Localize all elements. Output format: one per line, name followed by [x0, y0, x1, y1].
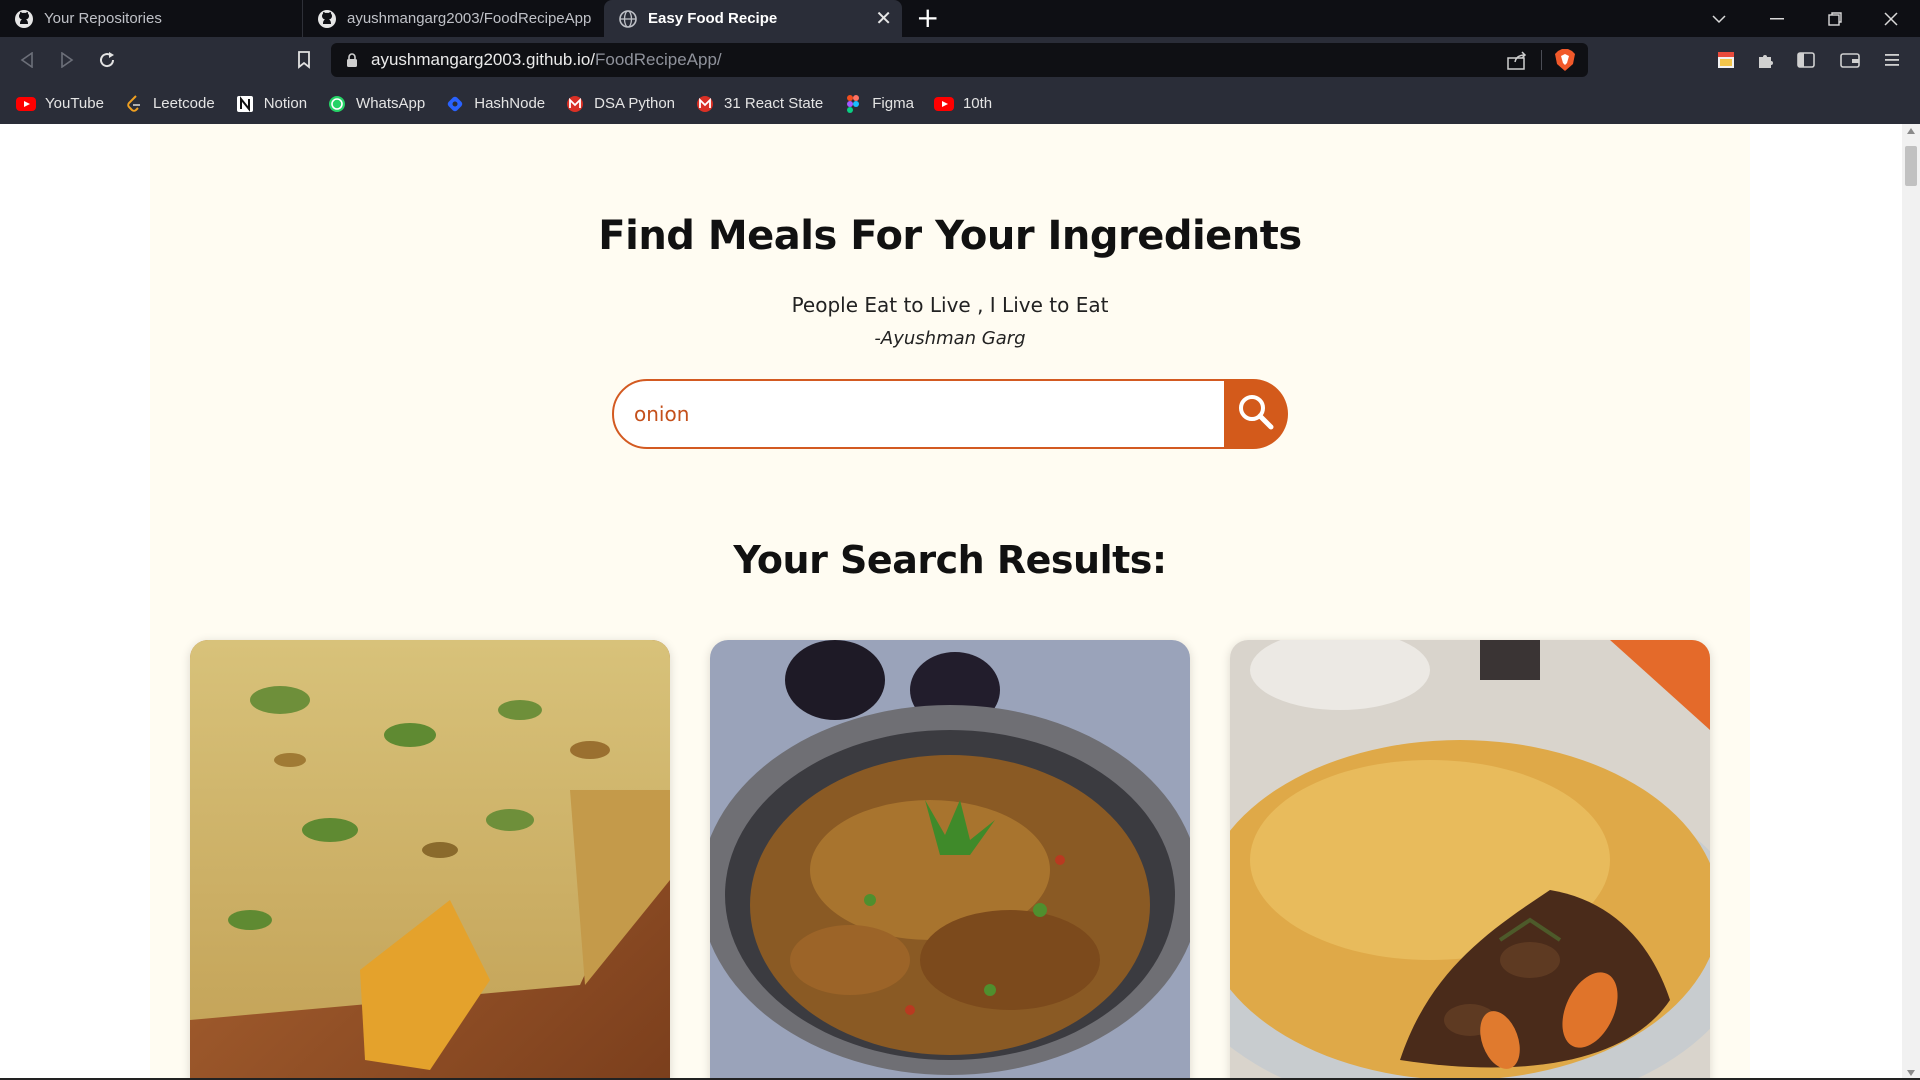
forward-icon[interactable]	[52, 45, 82, 75]
bookmark-label: HashNode	[474, 95, 546, 112]
github-icon	[317, 9, 337, 29]
page-viewport: Find Meals For Your Ingredients People E…	[0, 124, 1920, 1080]
meal-card[interactable]	[190, 640, 670, 1080]
url-text: ayushmangarg2003.github.io/FoodRecipeApp…	[371, 50, 722, 70]
page-title: Find Meals For Your Ingredients	[598, 213, 1302, 259]
bookmark-dsa-python[interactable]: DSA Python	[565, 94, 675, 114]
youtube-icon	[933, 94, 954, 114]
bookmark-label: YouTube	[45, 95, 104, 112]
share-icon[interactable]	[1506, 50, 1528, 70]
bookmark-label: Leetcode	[152, 95, 215, 112]
bookmark-figma[interactable]: Figma	[843, 94, 914, 114]
youtube-icon	[16, 94, 36, 114]
lock-icon	[345, 52, 359, 68]
bookmark-youtube[interactable]: YouTube	[16, 94, 104, 114]
search-icon	[1237, 393, 1275, 435]
url-host: ayushmangarg2003.github.io/	[371, 50, 595, 69]
minimize-icon[interactable]	[1748, 0, 1806, 37]
bookmarks-bar: YouTube Leetcode Notion WhatsApp HashNod…	[0, 83, 1920, 124]
bookmark-10th[interactable]: 10th	[933, 94, 993, 114]
new-tab-button[interactable]: +	[916, 3, 939, 33]
notion-icon	[235, 94, 255, 114]
restore-icon[interactable]	[1806, 0, 1864, 37]
meal-image-pot-pie	[1230, 640, 1710, 1080]
bookmark-notion[interactable]: Notion	[235, 94, 307, 114]
bookmark-label: Figma	[872, 95, 914, 112]
scrollbar-thumb[interactable]	[1905, 146, 1917, 186]
tab-title: Your Repositories	[44, 10, 162, 27]
bookmark-whatsapp[interactable]: WhatsApp	[327, 94, 425, 114]
tab-easy-food-recipe[interactable]: Easy Food Recipe ✕	[604, 0, 902, 37]
reload-icon[interactable]	[92, 45, 122, 75]
meal-card[interactable]	[710, 640, 1190, 1080]
bookmark-react-state[interactable]: 31 React State	[695, 94, 823, 114]
scroll-down-icon[interactable]	[1907, 1070, 1915, 1076]
menu-icon[interactable]	[1880, 48, 1904, 72]
wallet-icon[interactable]	[1838, 48, 1862, 72]
results-heading: Your Search Results:	[733, 538, 1167, 582]
figma-icon	[843, 94, 863, 114]
extensions-puzzle-icon[interactable]	[1754, 48, 1778, 72]
hashnode-icon	[445, 94, 465, 114]
bookmark-hashnode[interactable]: HashNode	[445, 94, 545, 114]
meal-card[interactable]	[1230, 640, 1710, 1080]
ingredient-search	[612, 379, 1288, 449]
recipe-app-container: Find Meals For Your Ingredients People E…	[150, 124, 1750, 1080]
close-tab-icon[interactable]: ✕	[875, 6, 892, 31]
globe-icon	[618, 9, 638, 29]
bookmark-label: Notion	[263, 95, 308, 112]
sidebar-icon[interactable]	[1794, 48, 1818, 72]
bookmark-label: DSA Python	[594, 95, 676, 112]
quote-author: -Ayushman Garg	[874, 328, 1026, 349]
meal-image-eggplant-curry	[710, 640, 1190, 1080]
url-path: FoodRecipeApp/	[595, 50, 722, 69]
browser-toolbar: ayushmangarg2003.github.io/FoodRecipeApp…	[0, 37, 1920, 83]
page-scrollbar[interactable]	[1902, 124, 1920, 1080]
leetcode-icon	[124, 94, 144, 114]
tab-title: Easy Food Recipe	[648, 10, 778, 27]
tab-your-repositories[interactable]: Your Repositories	[0, 0, 302, 37]
url-separator	[1541, 50, 1542, 70]
whatsapp-icon	[327, 94, 347, 114]
address-bar[interactable]: ayushmangarg2003.github.io/FoodRecipeApp…	[331, 43, 1588, 77]
bookmark-icon[interactable]	[289, 45, 319, 75]
gmail-icon	[565, 94, 585, 114]
browser-tab-bar: Your Repositories ayushmangarg2003/FoodR…	[0, 0, 1920, 37]
bookmark-leetcode[interactable]: Leetcode	[124, 94, 215, 114]
back-icon[interactable]	[12, 45, 42, 75]
search-button[interactable]	[1224, 379, 1288, 449]
scroll-up-icon[interactable]	[1907, 128, 1915, 134]
github-icon	[14, 9, 34, 29]
search-input[interactable]	[612, 379, 1252, 449]
bookmark-label: 31 React State	[724, 95, 824, 112]
meal-image-frittata	[190, 640, 670, 1080]
tab-list-chevron-icon[interactable]	[1690, 0, 1748, 37]
bookmark-label: 10th	[962, 95, 993, 112]
brave-shields-icon[interactable]	[1554, 48, 1576, 72]
quote-text: People Eat to Live , I Live to Eat	[791, 293, 1109, 317]
tab-food-recipe-repo[interactable]: ayushmangarg2003/FoodRecipeApp	[302, 0, 604, 37]
close-window-icon[interactable]	[1862, 0, 1920, 37]
gmail-icon	[695, 94, 715, 114]
bookmark-label: WhatsApp	[356, 95, 426, 112]
tab-title: ayushmangarg2003/FoodRecipeApp	[347, 10, 592, 27]
extension-tile-icon[interactable]	[1714, 48, 1738, 72]
